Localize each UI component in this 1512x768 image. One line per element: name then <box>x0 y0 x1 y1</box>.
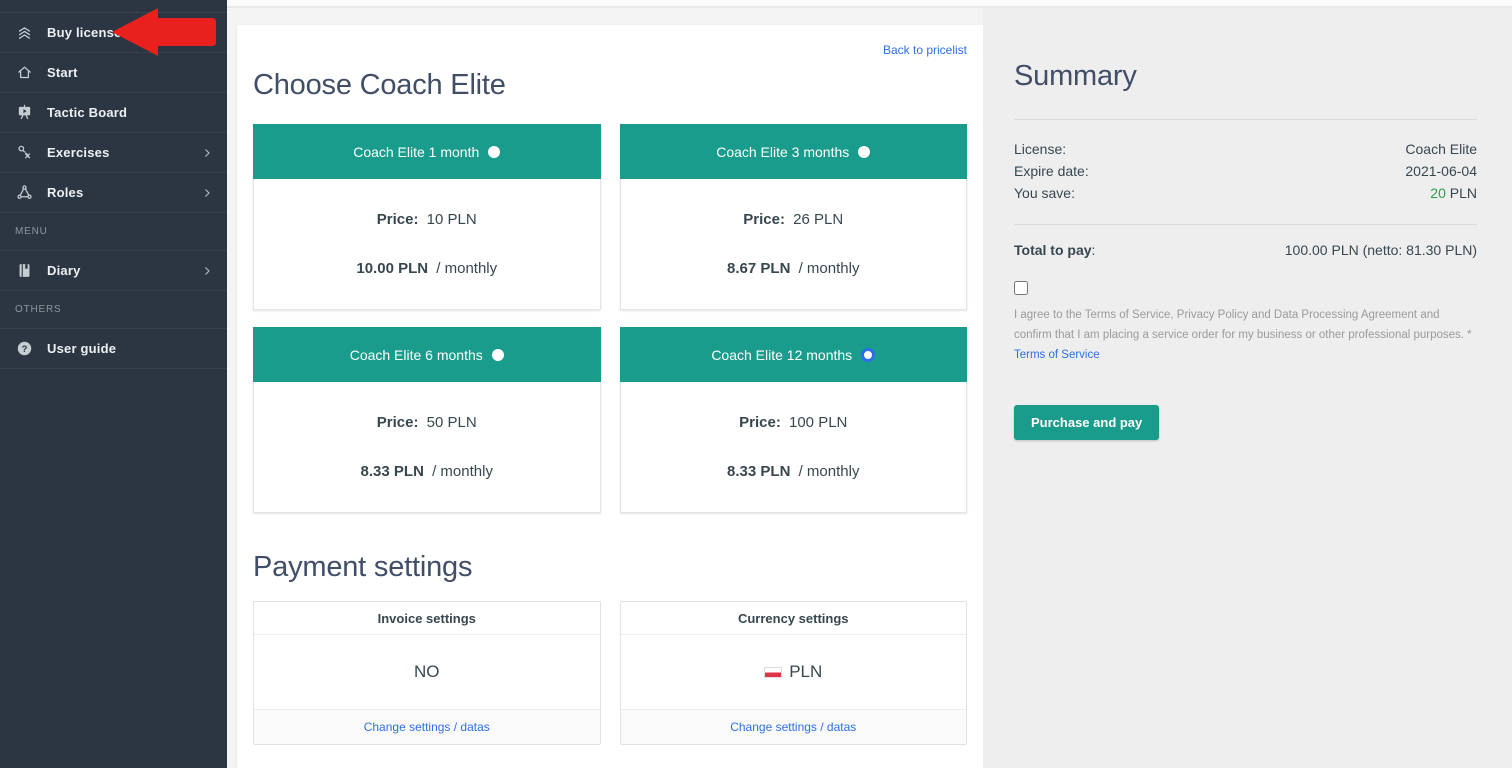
license-label: License: <box>1014 138 1066 160</box>
expire-date-value: 2021-06-04 <box>1405 160 1477 182</box>
sidebar-item-label: Diary <box>47 263 81 278</box>
plan-grid: Coach Elite 1 month Price: 10 PLN 10.00 … <box>253 124 967 513</box>
hierarchy-icon <box>14 184 34 201</box>
invoice-change-settings-link[interactable]: Change settings / datas <box>364 720 490 734</box>
chevron-right-icon <box>201 147 213 159</box>
payment-settings-title: Payment settings <box>253 551 967 584</box>
plan-card-1-month: Coach Elite 1 month Price: 10 PLN 10.00 … <box>253 124 601 310</box>
plan-card-3-months: Coach Elite 3 months Price: 26 PLN 8.67 … <box>620 124 968 310</box>
divider <box>1014 224 1477 225</box>
license-value: Coach Elite <box>1405 138 1477 160</box>
top-bar <box>227 0 1512 8</box>
plan-card-6-months: Coach Elite 6 months Price: 50 PLN 8.33 … <box>253 327 601 513</box>
plan-title: Coach Elite 1 month <box>353 144 479 160</box>
plan-price: Price: 50 PLN <box>377 414 477 431</box>
chevron-right-icon <box>201 265 213 277</box>
divider <box>1014 119 1477 120</box>
plan-price: Price: 10 PLN <box>377 211 477 228</box>
page-title: Choose Coach Elite <box>253 69 967 102</box>
summary-panel: Summary License: Coach Elite Expire date… <box>983 8 1512 768</box>
expire-date-label: Expire date: <box>1014 160 1089 182</box>
question-circle-icon: ? <box>14 340 34 357</box>
invoice-settings-card: Invoice settings NO Change settings / da… <box>253 601 601 745</box>
total-to-pay-label: Total to pay: <box>1014 241 1095 259</box>
plan-radio[interactable] <box>492 349 504 361</box>
home-icon <box>14 64 34 81</box>
plan-monthly-price: 8.67 PLN / monthly <box>727 260 859 277</box>
presentation-board-icon <box>14 104 34 121</box>
sidebar-item-user-guide[interactable]: ? User guide <box>0 328 227 368</box>
plan-header[interactable]: Coach Elite 12 months <box>620 327 968 382</box>
svg-text:?: ? <box>21 344 27 355</box>
poland-flag-icon <box>764 667 782 678</box>
currency-settings-card: Currency settings PLN Change settings / … <box>620 601 968 745</box>
summary-title: Summary <box>1014 60 1477 93</box>
plan-monthly-price: 8.33 PLN / monthly <box>727 463 859 480</box>
sidebar-item-label: Start <box>47 65 78 80</box>
back-to-pricelist-link[interactable]: Back to pricelist <box>883 43 967 57</box>
plan-radio[interactable] <box>858 146 870 158</box>
you-save-value: 20 PLN <box>1430 182 1477 204</box>
plan-header[interactable]: Coach Elite 1 month <box>253 124 601 179</box>
double-chevron-up-icon <box>14 24 34 41</box>
summary-row-you-save: You save: 20 PLN <box>1014 182 1477 204</box>
sidebar-item-label: Roles <box>47 185 83 200</box>
sidebar-item-label: Tactic Board <box>47 105 127 120</box>
invoice-settings-value: NO <box>254 635 600 709</box>
invoice-settings-title: Invoice settings <box>254 602 600 635</box>
plan-price: Price: 100 PLN <box>739 414 847 431</box>
sidebar-item-label: User guide <box>47 341 116 356</box>
plan-header[interactable]: Coach Elite 6 months <box>253 327 601 382</box>
sidebar-item-tactic-board[interactable]: Tactic Board <box>0 92 227 132</box>
red-annotation-arrow <box>112 8 220 56</box>
plan-card-12-months: Coach Elite 12 months Price: 100 PLN 8.3… <box>620 327 968 513</box>
purchase-and-pay-button[interactable]: Purchase and pay <box>1014 405 1159 440</box>
chevron-right-icon <box>201 187 213 199</box>
sidebar-item-label: Buy license <box>47 25 121 40</box>
currency-settings-value: PLN <box>789 662 822 682</box>
plan-monthly-price: 8.33 PLN / monthly <box>361 463 493 480</box>
plan-title: Coach Elite 6 months <box>350 347 483 363</box>
sidebar-section-menu: MENU <box>0 212 227 250</box>
sidebar-item-diary[interactable]: Diary <box>0 250 227 290</box>
terms-of-service-link[interactable]: Terms of Service <box>1014 349 1100 361</box>
sidebar-item-label: Exercises <box>47 145 110 160</box>
sidebar-item-start[interactable]: Start <box>0 52 227 92</box>
total-to-pay-value: 100.00 PLN (netto: 81.30 PLN) <box>1285 241 1477 259</box>
plan-title: Coach Elite 3 months <box>716 144 849 160</box>
plan-radio[interactable] <box>488 146 500 158</box>
currency-settings-title: Currency settings <box>621 602 967 635</box>
terms-agreement-text: I agree to the Terms of Service, Privacy… <box>1014 305 1477 365</box>
total-to-pay-row: Total to pay: 100.00 PLN (netto: 81.30 P… <box>1014 241 1477 259</box>
you-save-label: You save: <box>1014 182 1075 204</box>
plan-radio-selected[interactable] <box>861 348 875 362</box>
plan-monthly-price: 10.00 PLN / monthly <box>356 260 497 277</box>
sidebar-item-exercises[interactable]: Exercises <box>0 132 227 172</box>
plan-title: Coach Elite 12 months <box>711 347 852 363</box>
summary-row-license: License: Coach Elite <box>1014 138 1477 160</box>
diary-book-icon <box>14 262 34 279</box>
currency-change-settings-link[interactable]: Change settings / datas <box>730 720 856 734</box>
plan-price: Price: 26 PLN <box>743 211 843 228</box>
strategy-icon <box>14 144 34 161</box>
plan-header[interactable]: Coach Elite 3 months <box>620 124 968 179</box>
summary-row-expire-date: Expire date: 2021-06-04 <box>1014 160 1477 182</box>
content-area: Back to pricelist Choose Coach Elite Coa… <box>227 0 1512 768</box>
terms-agreement-checkbox[interactable] <box>1014 281 1028 295</box>
payment-settings-grid: Invoice settings NO Change settings / da… <box>253 601 967 745</box>
sidebar: Buy license Start Tactic Board Exercises <box>0 0 227 768</box>
sidebar-item-roles[interactable]: Roles <box>0 172 227 212</box>
license-purchase-panel: Back to pricelist Choose Coach Elite Coa… <box>237 25 983 768</box>
sidebar-section-others: OTHERS <box>0 290 227 328</box>
